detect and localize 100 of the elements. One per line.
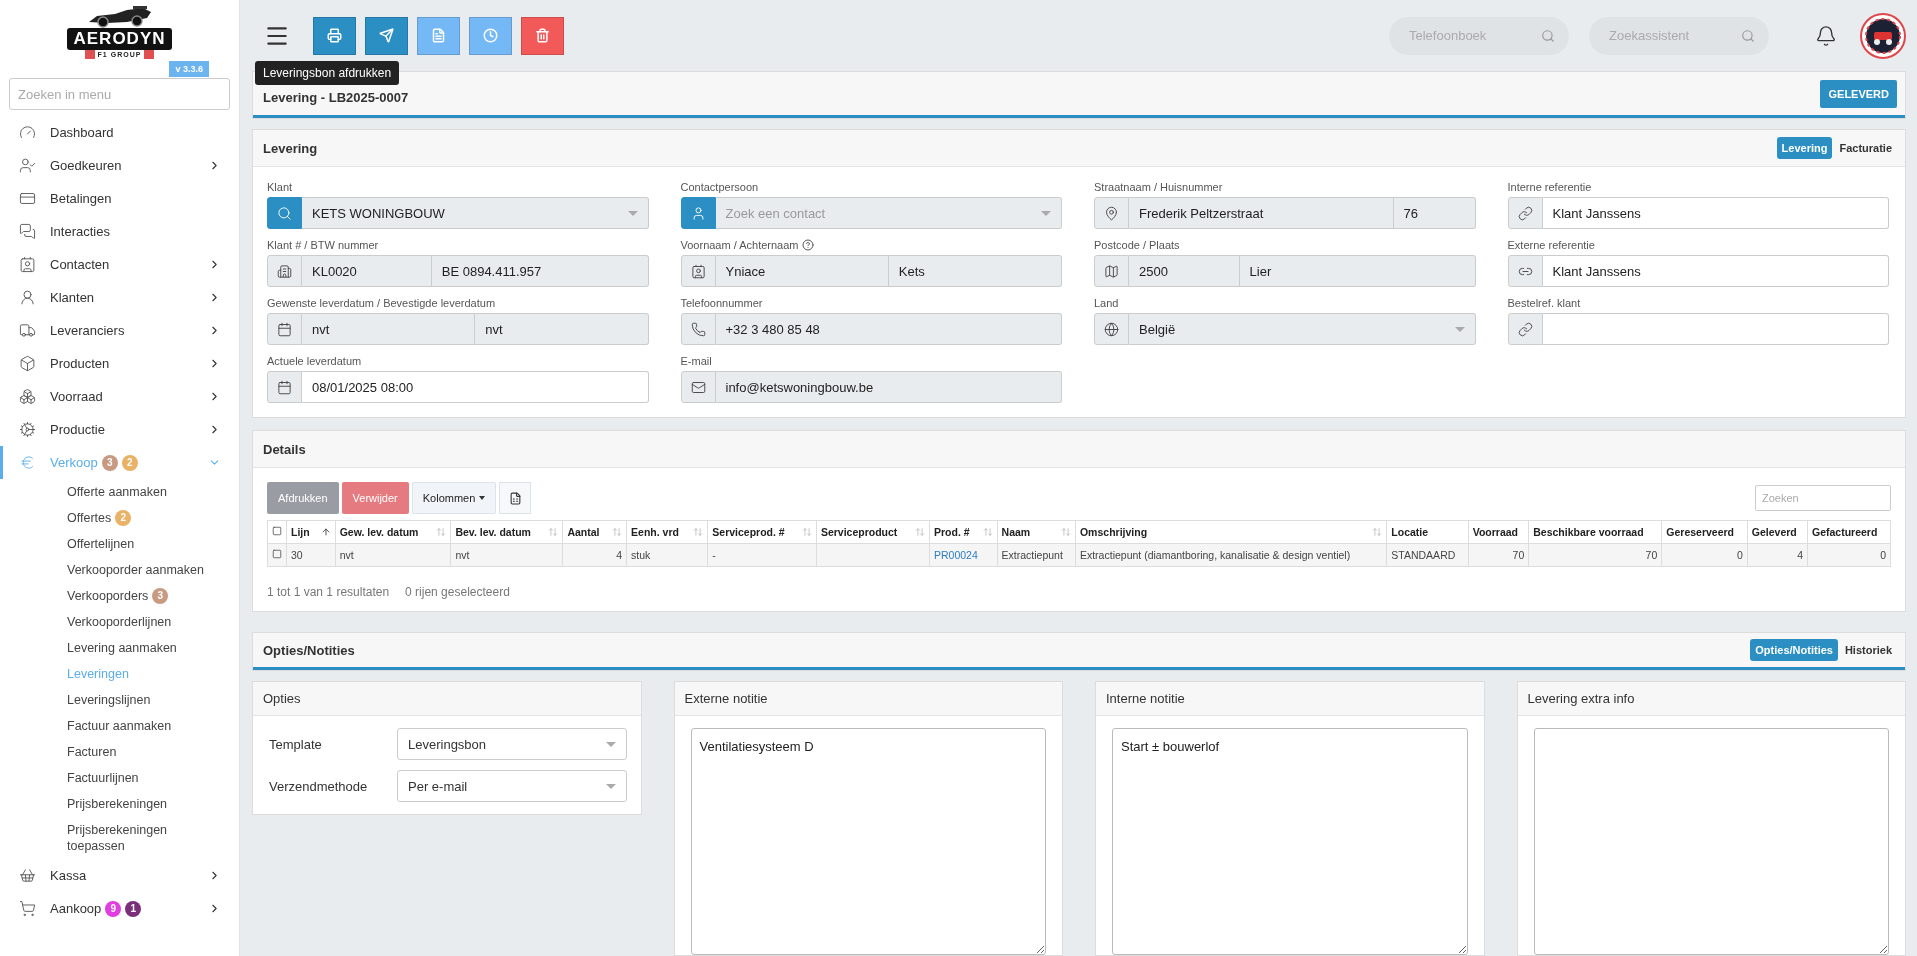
gauge-icon (19, 124, 36, 141)
note-field[interactable] (1533, 728, 1889, 955)
menu-item[interactable]: Interacties (0, 215, 239, 248)
trash-icon (535, 28, 550, 43)
table-cell: - (712, 549, 716, 561)
input-field[interactable]: Yniace (715, 255, 889, 287)
input-field[interactable]: 08/01/2025 08:00 (302, 371, 649, 403)
menu-item[interactable]: Producten (0, 347, 239, 380)
field-button[interactable] (680, 197, 716, 229)
input-field[interactable]: Frederik Peltzerstraat (1129, 197, 1394, 229)
submenu-item[interactable]: Facturen (67, 744, 117, 760)
menu-item[interactable]: Dashboard (0, 116, 239, 149)
help-icon[interactable] (801, 239, 814, 251)
table-cell: stuk (631, 549, 651, 561)
submenu-item[interactable]: Prijsberekeningen toepassen (67, 822, 221, 854)
menu-item[interactable]: Goedkeuren (0, 149, 239, 182)
person-icon (19, 289, 36, 306)
sort-icon[interactable] (1060, 527, 1071, 537)
sort-icon[interactable] (915, 527, 925, 537)
input-field[interactable]: Klant Janssens (1542, 255, 1889, 287)
option-label: Template (269, 736, 323, 752)
input-field[interactable]: 76 (1393, 197, 1476, 229)
submenu-item[interactable]: Offerte aanmaken (67, 484, 167, 500)
toolbar-button[interactable] (521, 16, 564, 55)
input-field[interactable]: Klant Janssens (1542, 197, 1889, 229)
submenu-item[interactable]: Verkooporder aanmaken (67, 562, 204, 578)
submenu-item[interactable]: Verkooporders (67, 588, 149, 604)
tab[interactable]: Historiek (1839, 639, 1897, 661)
input-field[interactable]: BE 0894.411.957 (431, 255, 649, 287)
input-field[interactable]: +32 3 480 85 48 (715, 313, 1062, 345)
column-header[interactable]: Omschrijving (1079, 526, 1148, 538)
submenu-item[interactable]: Factuur aanmaken (67, 718, 172, 734)
status-button[interactable]: GELEVERD (1820, 79, 1897, 108)
submenu-item[interactable]: Leveringslijnen (67, 692, 151, 708)
select-field[interactable]: België (1129, 313, 1476, 345)
submenu-item[interactable]: Verkooporderlijnen (67, 614, 172, 630)
sort-icon[interactable] (436, 527, 447, 537)
option-label: Verzendmethode (269, 778, 369, 794)
table-cell: Extractiepunt (1001, 549, 1063, 561)
menu-label: Contacten (50, 257, 110, 272)
menu-search-field[interactable]: Zoeken in menu (9, 78, 230, 110)
menu-label: Productie (50, 422, 105, 437)
note-field[interactable]: Ventilatiesysteem D (690, 728, 1046, 955)
toolbar-button[interactable] (365, 16, 408, 55)
input-field[interactable] (1542, 313, 1889, 345)
menu-item[interactable]: Aankoop 9 1 (0, 892, 239, 925)
checkbox[interactable] (272, 526, 282, 536)
submenu-item[interactable]: Offertelijnen (67, 536, 135, 552)
count-badge: 2 (121, 454, 138, 471)
toolbar-button[interactable] (469, 16, 512, 55)
caret-icon (1041, 210, 1051, 216)
brand-name: AERODYN (67, 28, 172, 50)
excel-export-button[interactable] (499, 482, 532, 514)
tab[interactable]: Facturatie (1834, 137, 1897, 159)
input-field[interactable]: Lier (1239, 255, 1476, 287)
input-field[interactable]: 2500 (1129, 255, 1240, 287)
checkbox[interactable] (272, 549, 282, 559)
menu-item[interactable]: Leveranciers (0, 314, 239, 347)
column-header[interactable]: Naam (1001, 526, 1031, 538)
spreadsheet-icon (508, 491, 522, 505)
input-field[interactable]: info@ketswoningbouw.be (715, 371, 1062, 403)
sort-icon[interactable] (982, 527, 993, 537)
select-field[interactable]: Leveringsbon (397, 728, 627, 760)
toolbar-button[interactable] (417, 16, 460, 55)
send-icon (379, 28, 394, 43)
table-search-field[interactable]: Zoeken (1755, 485, 1891, 511)
sort-icon[interactable] (801, 527, 812, 537)
input-field[interactable]: Kets (888, 255, 1062, 287)
column-header[interactable]: Lijn (291, 526, 310, 538)
submenu-item[interactable]: Factuurlijnen (67, 770, 139, 786)
avatar[interactable] (1860, 12, 1906, 59)
menu-item[interactable]: Voorraad (0, 380, 239, 413)
input-field[interactable]: KL0020 (302, 255, 432, 287)
dropdown-button[interactable]: Kolommen (411, 482, 497, 514)
sort-ascending-icon[interactable] (320, 527, 331, 537)
select-field[interactable]: Per e-mail (397, 770, 627, 802)
sort-icon[interactable] (548, 527, 559, 537)
tab[interactable]: Opties/Notities (1750, 639, 1838, 661)
input-field[interactable]: nvt (475, 313, 649, 345)
note-field[interactable]: Start ± bouwerlof (1112, 728, 1468, 955)
submenu-item[interactable]: Offertes (67, 510, 112, 526)
sort-icon[interactable] (612, 527, 623, 537)
calendar-icon (277, 379, 292, 395)
submenu-item[interactable]: Prijsberekeningen (67, 796, 168, 812)
menu-item[interactable]: Contacten (0, 248, 239, 281)
bell-icon[interactable] (1815, 24, 1837, 47)
link-icon (1517, 321, 1533, 337)
input-field[interactable]: nvt (302, 313, 476, 345)
caret-icon (1454, 326, 1465, 332)
menu-item[interactable]: Productie (0, 413, 239, 446)
select-field[interactable]: KETS WONINGBOUW (302, 197, 649, 229)
sort-icon[interactable] (693, 527, 704, 537)
tab[interactable]: Levering (1776, 137, 1833, 159)
menu-item[interactable]: Kassa (0, 859, 239, 892)
menu-item[interactable]: Klanten (0, 281, 239, 314)
field-button[interactable] (267, 197, 302, 229)
toolbar-button[interactable] (313, 16, 356, 55)
menu-item[interactable]: Betalingen (0, 182, 239, 215)
submenu-item[interactable]: Levering aanmaken (67, 640, 177, 656)
sort-icon[interactable] (1372, 527, 1383, 537)
